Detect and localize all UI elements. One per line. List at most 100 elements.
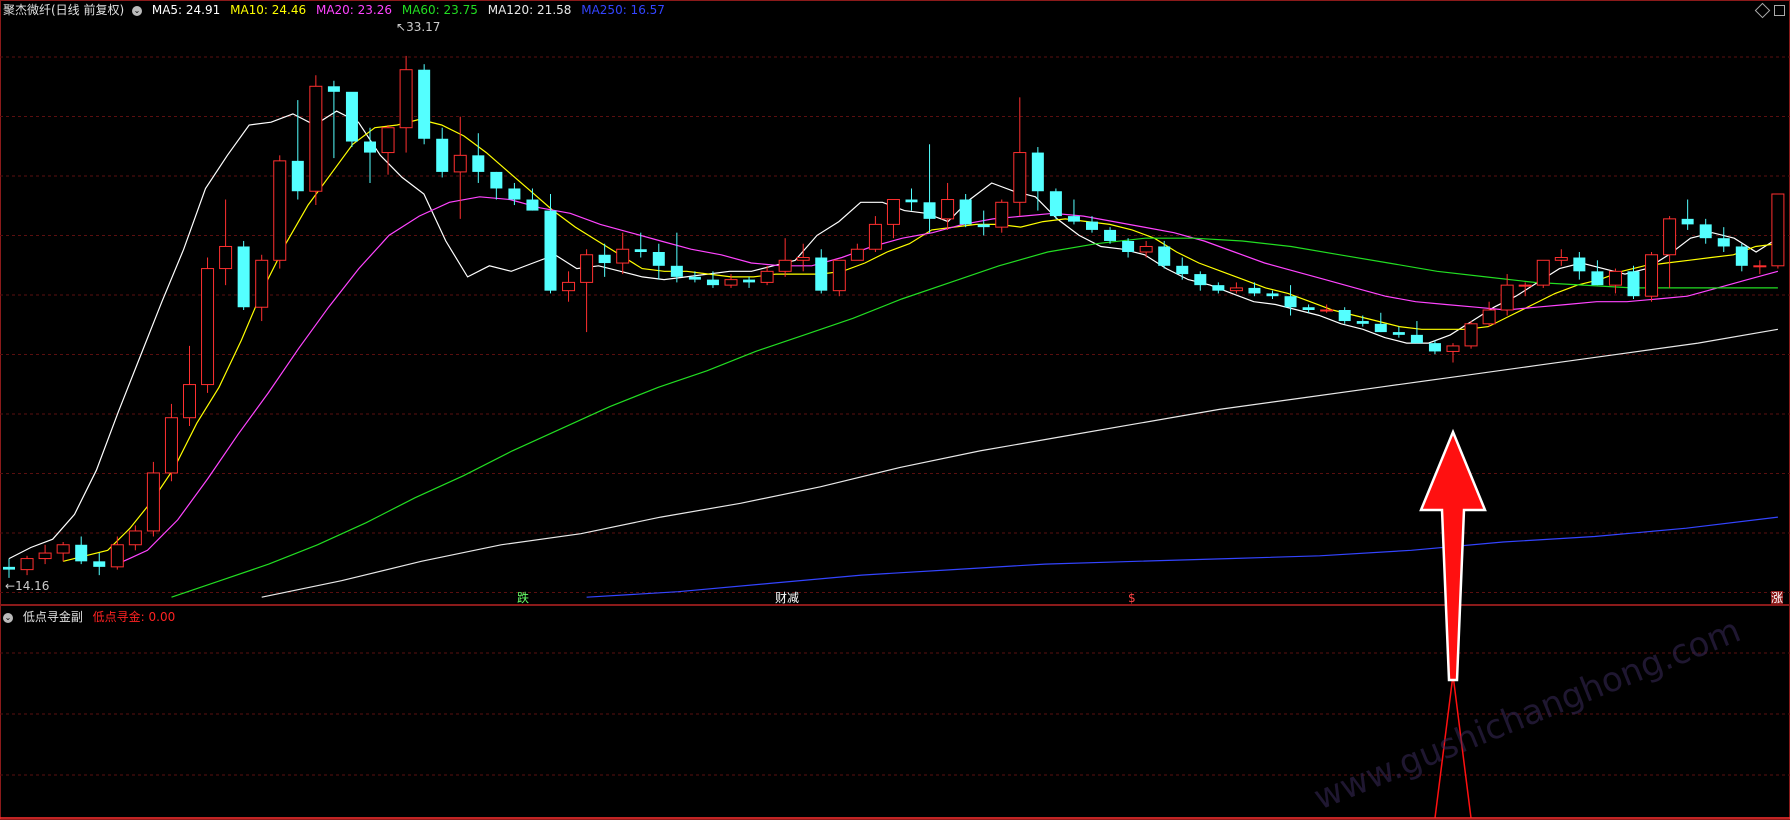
candle-body-down — [670, 265, 683, 277]
candle-body-up — [616, 248, 630, 264]
event-marker-dollar[interactable]: $ — [1128, 591, 1136, 605]
candle-body-up — [1608, 270, 1622, 286]
candle-body-up — [1645, 254, 1659, 297]
candle-body-up — [110, 544, 124, 568]
ma60-line — [171, 237, 1778, 598]
candle-body-up — [1500, 284, 1514, 311]
candle-body-up — [164, 417, 178, 474]
candle-body-down — [1104, 229, 1117, 241]
candle-body-down — [490, 171, 503, 189]
candle-body-down — [923, 202, 936, 219]
candle-body-up — [1013, 152, 1027, 203]
candle-body-down — [237, 246, 250, 308]
candle-body-up — [1446, 345, 1460, 352]
candle-body-down — [418, 69, 431, 139]
sub-header: ⌄ 低点寻金副 低点寻金: 0.00 — [3, 610, 181, 624]
candle-body-up — [1482, 309, 1496, 325]
candle-body-up — [453, 154, 467, 173]
candle-body-up — [724, 279, 738, 286]
candle-body-up — [1771, 193, 1785, 267]
candle-body-down — [652, 252, 665, 266]
candle-body-up — [20, 558, 34, 571]
candle-body-down — [1049, 191, 1062, 217]
candle-body-down — [1302, 307, 1315, 310]
main-header: 聚杰微纤(日线 前复权) ⌄ MA5: 24.91 MA10: 24.46 MA… — [3, 3, 671, 17]
candle-body-up — [56, 544, 70, 554]
candle-body-up — [1139, 245, 1153, 253]
candle-body-up — [1663, 218, 1677, 256]
arrow-icon: ↖ — [396, 20, 407, 34]
high-price-label: ↖33.17 — [396, 20, 441, 34]
chevron-down-icon[interactable]: ⌄ — [132, 5, 143, 16]
candle-body-down — [1176, 265, 1189, 275]
candle-body-down — [3, 566, 15, 570]
event-marker-caijian[interactable]: 财减 — [775, 591, 799, 605]
candle-body-down — [1681, 218, 1694, 225]
candle-body-down — [1374, 323, 1387, 333]
chart-canvas[interactable]: www.gushichanghong.com — [0, 0, 1790, 820]
candle-body-up — [1536, 259, 1550, 286]
low-price-label: ←14.16 — [5, 579, 50, 593]
candle-body-up — [183, 384, 196, 419]
candle-body-up — [1464, 323, 1478, 347]
candle-body-down — [1212, 285, 1225, 291]
candle-body-down — [75, 544, 88, 562]
candle-body-down — [706, 279, 719, 286]
ma20-line — [117, 196, 1779, 565]
candle-body-up — [580, 254, 594, 283]
chevron-down-icon[interactable]: ⌄ — [3, 612, 13, 623]
candle-body-down — [1031, 152, 1044, 192]
candle-body-down — [93, 561, 106, 567]
candle-body-up — [201, 268, 215, 386]
candle-body-up — [1554, 257, 1568, 261]
candle-body-up — [868, 223, 882, 250]
candle-body-up — [255, 259, 269, 308]
restore-icon[interactable] — [1774, 5, 1785, 16]
candle-body-down — [1410, 334, 1423, 344]
candle-body-down — [1284, 296, 1297, 308]
candle-body-down — [1086, 221, 1098, 230]
candle-body-up — [381, 127, 395, 154]
candle-body-down — [598, 254, 611, 264]
candle-body-down — [1067, 216, 1080, 222]
candle-body-up — [562, 281, 576, 292]
candle-body-up — [273, 160, 287, 261]
candle-body-down — [1248, 287, 1261, 294]
red-arrow-icon — [1419, 428, 1487, 682]
event-marker-zhang[interactable]: 涨 — [1771, 591, 1784, 605]
candle-body-down — [1591, 271, 1604, 286]
candle-body-down — [526, 199, 539, 211]
candle-body-down — [743, 279, 756, 283]
event-marker-die[interactable]: 跌 — [517, 591, 529, 605]
arrow-icon: ← — [5, 579, 16, 593]
candle-body-down — [472, 155, 485, 172]
candle-body-up — [832, 259, 846, 292]
candle-body-down — [1122, 240, 1135, 252]
candle-body-down — [634, 249, 647, 252]
candle-body-down — [436, 138, 449, 172]
candle-body-up — [1229, 287, 1243, 292]
candle-body-down — [1356, 321, 1369, 324]
candle-body-down — [959, 199, 972, 225]
candle-body-down — [688, 276, 701, 280]
candle-body-up — [995, 201, 1009, 228]
stock-title: 聚杰微纤(日线 前复权) — [3, 3, 125, 17]
ma10-label: MA10: 24.46 — [230, 3, 307, 17]
candle-body-down — [1266, 293, 1279, 297]
candle-body-up — [146, 472, 160, 532]
candle-body-up — [128, 530, 142, 546]
candle-body-up — [760, 270, 774, 283]
candle-body-up — [38, 552, 52, 560]
candle-body-down — [1573, 257, 1586, 272]
candle-body-up — [886, 199, 900, 225]
candle-body-down — [364, 141, 376, 153]
ma120-label: MA120: 21.58 — [487, 3, 572, 17]
candle-body-down — [327, 86, 340, 92]
indicator-value: 低点寻金: 0.00 — [92, 610, 176, 624]
candle-body-down — [508, 188, 521, 200]
candle-body-down — [977, 224, 990, 228]
candle-body-down — [1338, 310, 1351, 322]
candle-body-up — [1518, 284, 1532, 287]
ma60-label: MA60: 23.75 — [401, 3, 478, 17]
candle-body-up — [399, 69, 413, 129]
